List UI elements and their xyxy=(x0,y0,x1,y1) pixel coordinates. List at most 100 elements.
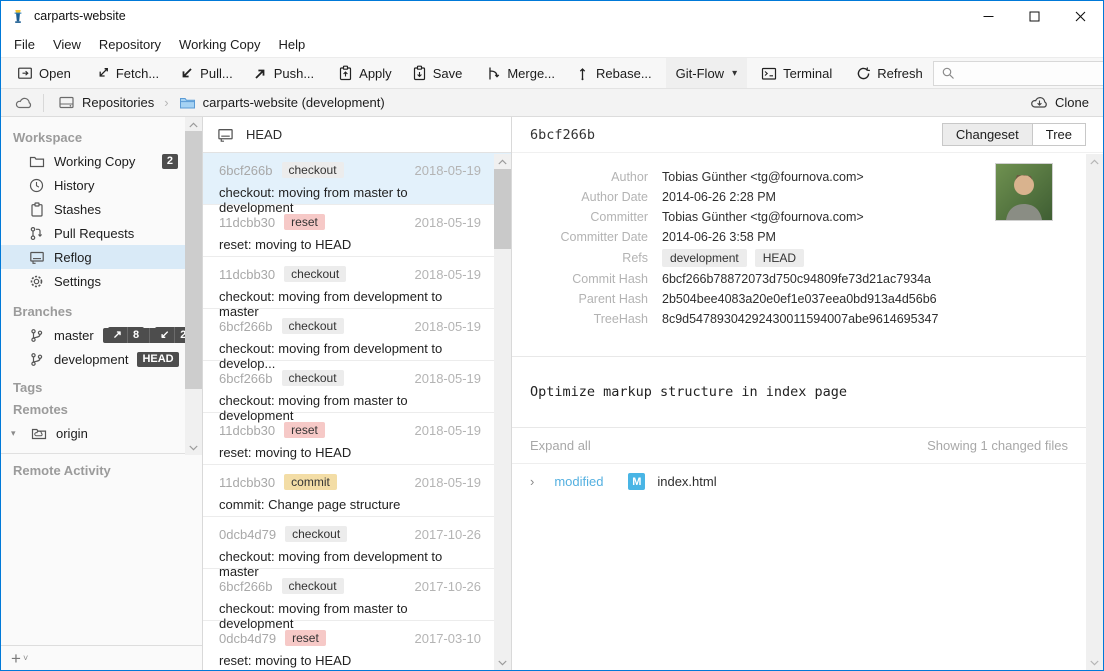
search-icon xyxy=(941,66,955,80)
sidebar-item-reflog[interactable]: Reflog xyxy=(1,245,202,269)
reflog-message: commit: Change page structure xyxy=(219,497,481,512)
arrow-down-left-icon: ↙ xyxy=(155,327,175,343)
remote-folder-icon xyxy=(30,426,47,440)
cloud-services-button[interactable] xyxy=(11,96,43,110)
open-button[interactable]: Open xyxy=(7,58,81,88)
reflog-hash: 0dcb4d79 xyxy=(219,631,276,646)
menu-repository[interactable]: Repository xyxy=(90,34,170,55)
reflog-action-badge: reset xyxy=(284,214,325,230)
sidebar-item-pull-requests[interactable]: Pull Requests xyxy=(1,221,202,245)
reflog-scrollbar[interactable] xyxy=(494,154,511,670)
sidebar-item-branch-development[interactable]: development HEAD xyxy=(1,347,202,371)
changeset-tab[interactable]: Changeset xyxy=(943,124,1032,145)
committer-value: Tobias Günther <tg@fournova.com> xyxy=(662,210,864,224)
pull-button[interactable]: Pull... xyxy=(169,58,243,88)
fetch-button[interactable]: Fetch... xyxy=(85,58,169,88)
reflog-action-badge: checkout xyxy=(282,370,344,386)
scroll-up-icon[interactable] xyxy=(1086,154,1103,169)
reflog-entry[interactable]: 11dcbb30 commit 2018-05-19 commit: Chang… xyxy=(203,465,511,517)
add-repository-button[interactable]: + xyxy=(11,650,21,667)
terminal-icon xyxy=(761,66,777,81)
arrow-up-right-icon: ↗ xyxy=(108,327,128,343)
chevron-down-icon[interactable]: ˅ xyxy=(23,653,28,663)
reflog-hash: 6bcf266b xyxy=(219,371,273,386)
chevron-right-icon[interactable]: › xyxy=(530,474,534,489)
breadcrumb-bar: Repositories › carparts-website (develop… xyxy=(1,89,1103,117)
reflog-date: 2018-05-19 xyxy=(415,215,482,230)
ref-badge-head: HEAD xyxy=(755,249,804,267)
chevron-down-icon[interactable]: ▾ xyxy=(11,428,21,439)
breadcrumb-repo[interactable]: carparts-website (development) xyxy=(175,95,389,110)
sidebar-section-workspace: Workspace xyxy=(1,127,202,149)
refresh-button[interactable]: Refresh xyxy=(846,58,933,88)
pull-request-icon xyxy=(28,226,45,241)
expand-all-button[interactable]: Expand all xyxy=(530,438,591,453)
sidebar-item-stashes[interactable]: Stashes xyxy=(1,197,202,221)
reflog-action-badge: checkout xyxy=(284,266,346,282)
sidebar-item-remote-origin[interactable]: ▾ origin xyxy=(1,421,202,445)
changed-file-row[interactable]: › modified M index.html xyxy=(512,464,1086,499)
git-flow-button[interactable]: Git-Flow ▾ xyxy=(666,58,747,88)
search-box[interactable] xyxy=(933,61,1104,86)
breadcrumb-chevron-icon: › xyxy=(164,95,168,110)
reflog-entry[interactable]: 11dcbb30 checkout 2018-05-19 checkout: m… xyxy=(203,257,511,309)
file-name: index.html xyxy=(657,474,716,489)
reflog-date: 2018-05-19 xyxy=(415,475,482,490)
apply-button[interactable]: Apply xyxy=(328,58,402,88)
reflog-date: 2017-10-26 xyxy=(415,579,482,594)
terminal-button[interactable]: Terminal xyxy=(751,58,842,88)
detail-header: 6bcf266b Changeset Tree xyxy=(512,117,1103,153)
scrollbar-thumb[interactable] xyxy=(494,169,511,249)
sidebar-section-tags: Tags xyxy=(1,377,202,399)
push-button[interactable]: Push... xyxy=(243,58,324,88)
scroll-up-icon[interactable] xyxy=(494,154,511,169)
merge-button[interactable]: Merge... xyxy=(476,58,565,88)
reflog-hash: 11dcbb30 xyxy=(219,215,275,230)
maximize-button[interactable] xyxy=(1011,1,1057,31)
search-input[interactable] xyxy=(961,66,1104,81)
scroll-down-icon[interactable] xyxy=(1086,655,1103,670)
cloud-icon xyxy=(15,96,33,110)
close-button[interactable] xyxy=(1057,1,1103,31)
detail-scrollbar[interactable] xyxy=(1086,154,1103,670)
reflog-date: 2018-05-19 xyxy=(415,267,482,282)
apply-stash-icon xyxy=(338,65,353,81)
minimize-button[interactable] xyxy=(965,1,1011,31)
field-label: Commit Hash xyxy=(530,272,648,286)
rebase-button[interactable]: Rebase... xyxy=(565,58,662,88)
refresh-icon xyxy=(856,66,871,81)
reflog-entry[interactable]: 0dcb4d79 checkout 2017-10-26 checkout: m… xyxy=(203,517,511,569)
reflog-message: reset: moving to HEAD xyxy=(219,237,481,252)
scroll-down-icon[interactable] xyxy=(494,655,511,670)
sidebar-scrollbar[interactable] xyxy=(185,117,202,455)
reflog-list-header: HEAD xyxy=(203,117,511,153)
scroll-down-icon[interactable] xyxy=(185,440,202,455)
menu-view[interactable]: View xyxy=(44,34,90,55)
scroll-up-icon[interactable] xyxy=(185,117,202,132)
reflog-list: 6bcf266b checkout 2018-05-19 checkout: m… xyxy=(203,153,511,670)
head-badge: HEAD xyxy=(137,352,178,367)
reflog-hash: 11dcbb30 xyxy=(219,475,275,490)
clone-button[interactable]: Clone xyxy=(1026,95,1093,110)
menu-working-copy[interactable]: Working Copy xyxy=(170,34,269,55)
sidebar-item-working-copy[interactable]: Working Copy 2 xyxy=(1,149,202,173)
reflog-date: 2017-03-10 xyxy=(415,631,482,646)
reflog-action-badge: checkout xyxy=(282,578,344,594)
reflog-hash: 0dcb4d79 xyxy=(219,527,276,542)
save-button[interactable]: Save xyxy=(402,58,473,88)
reflog-message: reset: moving to HEAD xyxy=(219,653,481,668)
clipboard-icon xyxy=(28,202,45,217)
reflog-entry[interactable]: 6bcf266b checkout 2018-05-19 checkout: m… xyxy=(203,153,511,205)
sidebar-item-history[interactable]: History xyxy=(1,173,202,197)
sidebar-item-branch-master[interactable]: master ↗8 ↙2 xyxy=(1,323,202,347)
breadcrumb-repositories[interactable]: Repositories xyxy=(54,95,158,110)
tree-tab[interactable]: Tree xyxy=(1032,124,1085,145)
scrollbar-thumb[interactable] xyxy=(185,131,202,389)
menu-help[interactable]: Help xyxy=(269,34,314,55)
clock-icon xyxy=(28,178,45,193)
pull-icon xyxy=(179,66,194,81)
sidebar-item-settings[interactable]: Settings xyxy=(1,269,202,293)
toolbar: Open Fetch... Pull... Push... Appl xyxy=(1,57,1103,89)
menu-file[interactable]: File xyxy=(5,34,44,55)
open-folder-icon xyxy=(17,65,33,81)
